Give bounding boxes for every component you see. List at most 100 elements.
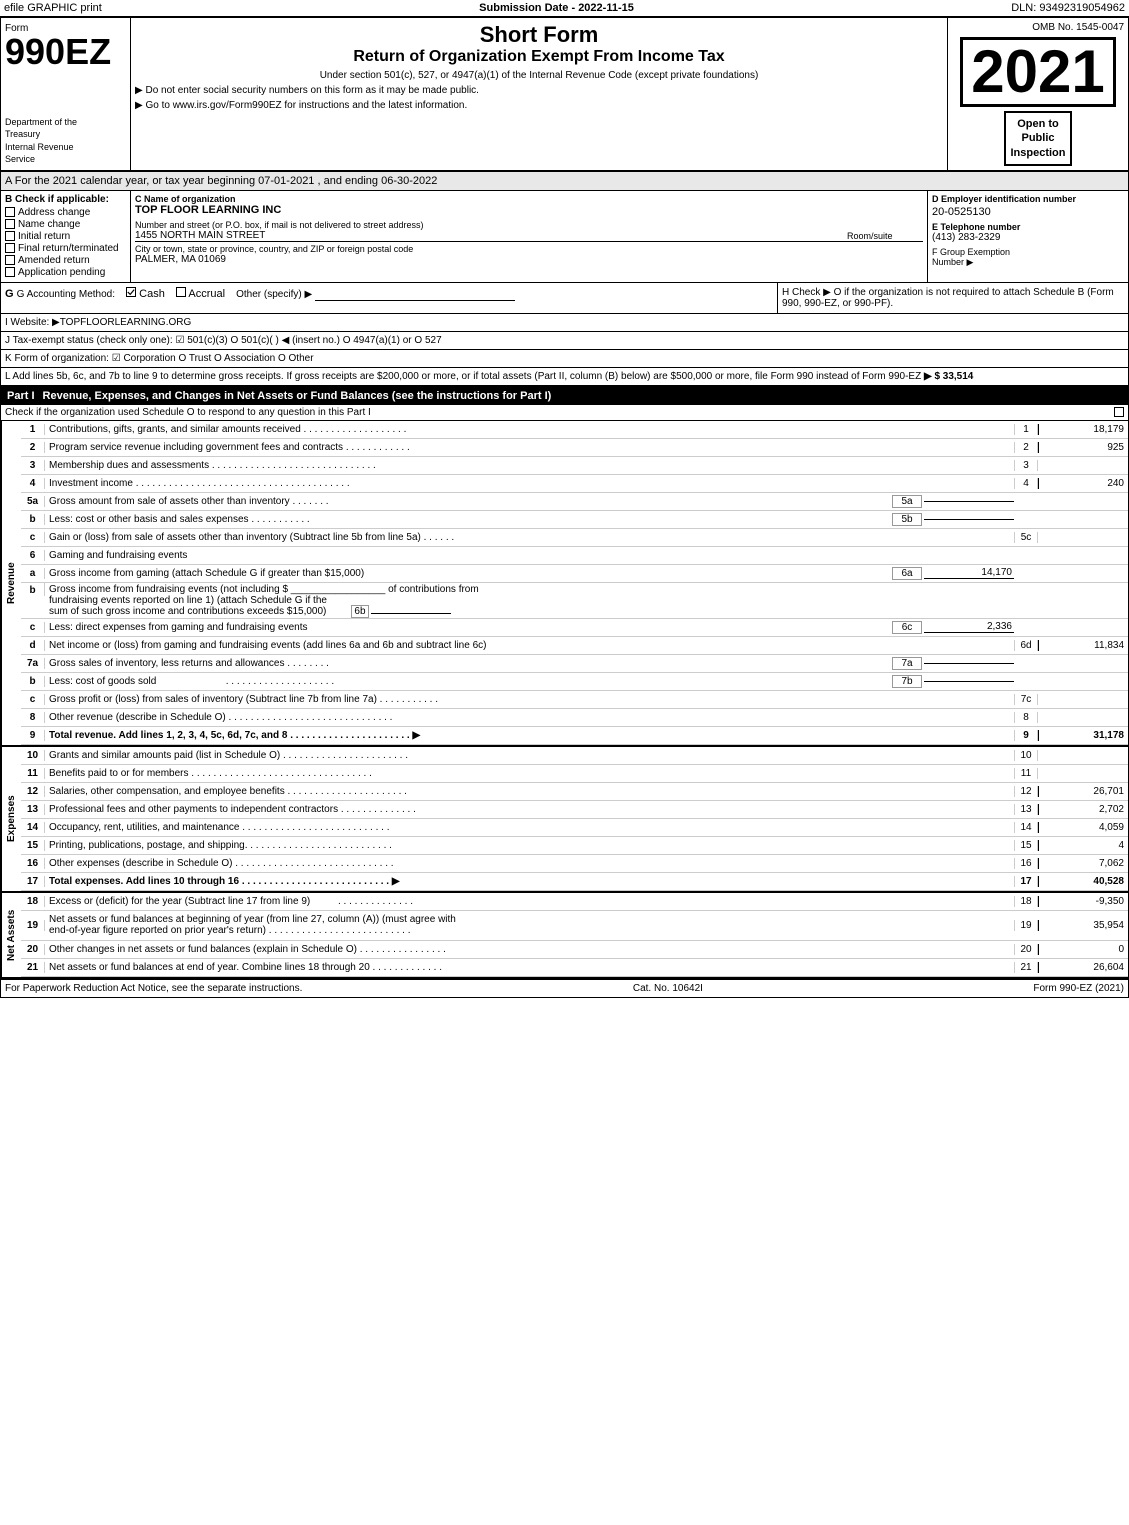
revenue-row-7c: c Gross profit or (loss) from sales of i… [21, 691, 1128, 709]
row-11-linecol: 11 [1014, 768, 1038, 779]
line-num-11: 11 [21, 768, 45, 779]
checkbox-icon[interactable] [5, 267, 15, 277]
form-number-block: Form 990EZ Department of the Treasury In… [1, 18, 131, 170]
assets-row-18: 18 Excess or (deficit) for the year (Sub… [21, 893, 1128, 911]
checkbox-icon[interactable] [5, 207, 15, 217]
accounting-method-label: G Accounting Method: [17, 289, 115, 300]
revenue-row-7b: b Less: cost of goods sold . . . . . . .… [21, 673, 1128, 691]
row-5b-sublabel: 5b [892, 513, 922, 526]
row-5c-linecol: 5c [1014, 532, 1038, 543]
row-7a-subval [924, 663, 1014, 664]
row-10-desc: Grants and similar amounts paid (list in… [45, 749, 1014, 762]
revenue-content: 1 Contributions, gifts, grants, and simi… [21, 421, 1128, 745]
open-to-public-text: Open toPublicInspection [1010, 117, 1065, 160]
accrual-radio[interactable]: Accrual [176, 288, 228, 300]
return-title: Return of Organization Exempt From Incom… [135, 48, 943, 66]
part1-check-icon[interactable] [1114, 407, 1124, 417]
row-6a-sublabel: 6a [892, 567, 922, 580]
checkbox-icon[interactable] [5, 231, 15, 241]
form-subtitle: Under section 501(c), 527, or 4947(a)(1)… [135, 70, 943, 81]
row-12-desc: Salaries, other compensation, and employ… [45, 785, 1014, 798]
line-num-7a: 7a [21, 658, 45, 669]
checkbox-amended-return[interactable]: Amended return [5, 255, 126, 266]
row-9-linecol: 9 [1014, 730, 1038, 741]
form-footer: For Paperwork Reduction Act Notice, see … [1, 978, 1128, 997]
submission-date: Submission Date - 2022-11-15 [479, 2, 634, 14]
line-num-7c: c [21, 694, 45, 705]
part1-header: Part I Revenue, Expenses, and Changes in… [1, 387, 1128, 405]
row-17-linecol: 17 [1014, 876, 1038, 887]
line-num-6a: a [21, 568, 45, 579]
revenue-row-1: 1 Contributions, gifts, grants, and simi… [21, 421, 1128, 439]
section-bcd: B Check if applicable: Address change Na… [1, 191, 1128, 283]
checkbox-icon[interactable] [5, 219, 15, 229]
row-18-linecol: 18 [1014, 896, 1038, 907]
revenue-row-7a: 7a Gross sales of inventory, less return… [21, 655, 1128, 673]
part1-check-text: Check if the organization used Schedule … [5, 407, 371, 418]
form-990ez-title: 990EZ [5, 34, 126, 70]
row-16-linecol: 16 [1014, 858, 1038, 869]
line-num-20: 20 [21, 944, 45, 955]
tax-year: 2021 [960, 37, 1115, 107]
revenue-side-label: Revenue [1, 421, 21, 745]
line-num-17: 17 [21, 876, 45, 887]
revenue-row-6b: b Gross income from fundraising events (… [21, 583, 1128, 619]
footer-left: For Paperwork Reduction Act Notice, see … [5, 983, 302, 994]
row-7b-desc: Less: cost of goods sold . . . . . . . .… [45, 675, 890, 688]
row-9-desc: Total revenue. Add lines 1, 2, 3, 4, 5c,… [45, 729, 1014, 742]
f-group-exemption: F Group Exemption Number ▶ [932, 247, 1124, 268]
row-13-linecol: 13 [1014, 804, 1038, 815]
cash-radio[interactable]: Cash [126, 288, 168, 300]
line-num-6c: c [21, 622, 45, 633]
row-18-desc: Excess or (deficit) for the year (Subtra… [45, 895, 1014, 908]
checkbox-application-pending[interactable]: Application pending [5, 267, 126, 278]
cash-checkbox-icon [126, 287, 136, 297]
part1-label: Part I [7, 390, 35, 402]
row-6d-amount: 11,834 [1038, 640, 1128, 651]
line-num-5a: 5a [21, 496, 45, 507]
revenue-row-5a: 5a Gross amount from sale of assets othe… [21, 493, 1128, 511]
room-label: Room/suite [847, 231, 923, 241]
g-label: G [5, 288, 14, 300]
accrual-checkbox-icon [176, 287, 186, 297]
row-4-desc: Investment income . . . . . . . . . . . … [45, 477, 1014, 490]
checkbox-name-change[interactable]: Name change [5, 219, 126, 230]
revenue-row-5b: b Less: cost or other basis and sales ex… [21, 511, 1128, 529]
check-applicable-section: B Check if applicable: Address change Na… [1, 191, 131, 282]
h-section: H Check ▶ O if the organization is not r… [778, 283, 1128, 313]
checkbox-icon[interactable] [5, 255, 15, 265]
row-7c-desc: Gross profit or (loss) from sales of inv… [45, 693, 1014, 706]
line-num-16: 16 [21, 858, 45, 869]
year-block: OMB No. 1545-0047 2021 Open toPublicInsp… [948, 18, 1128, 170]
row-13-desc: Professional fees and other payments to … [45, 803, 1014, 816]
other-specify: Other (specify) ▶ [236, 289, 312, 300]
row-6c-desc: Less: direct expenses from gaming and fu… [45, 621, 890, 634]
section-g: G G Accounting Method: Cash Accrual Othe… [1, 283, 778, 313]
revenue-row-6: 6 Gaming and fundraising events [21, 547, 1128, 565]
row-16-amount: 7,062 [1038, 858, 1128, 869]
checkbox-address-change[interactable]: Address change [5, 207, 126, 218]
revenue-row-6d: d Net income or (loss) from gaming and f… [21, 637, 1128, 655]
row-10-linecol: 10 [1014, 750, 1038, 761]
row-8-linecol: 8 [1014, 712, 1038, 723]
line-num-15: 15 [21, 840, 45, 851]
assets-row-19: 19 Net assets or fund balances at beginn… [21, 911, 1128, 941]
section-a-text: A For the 2021 calendar year, or tax yea… [5, 175, 437, 187]
line-num-4: 4 [21, 478, 45, 489]
checkbox-initial-return[interactable]: Initial return [5, 231, 126, 242]
section-k: K Form of organization: ☑ Corporation O … [1, 350, 1128, 368]
form-header: Form 990EZ Department of the Treasury In… [1, 18, 1128, 172]
row-4-amount: 240 [1038, 478, 1128, 489]
row-2-amount: 925 [1038, 442, 1128, 453]
phone-value: (413) 283-2329 [932, 232, 1124, 243]
row-19-linecol: 19 [1014, 920, 1038, 931]
expenses-row-12: 12 Salaries, other compensation, and emp… [21, 783, 1128, 801]
expenses-row-13: 13 Professional fees and other payments … [21, 801, 1128, 819]
expenses-side-label: Expenses [1, 747, 21, 891]
checkbox-icon[interactable] [5, 243, 15, 253]
ein-block: D Employer identification number 20-0525… [928, 191, 1128, 282]
row-5c-desc: Gain or (loss) from sale of assets other… [45, 531, 1014, 544]
checkbox-final-return[interactable]: Final return/terminated [5, 243, 126, 254]
part1-check-row: Check if the organization used Schedule … [1, 405, 1128, 421]
ein-value: 20-0525130 [932, 206, 1124, 218]
